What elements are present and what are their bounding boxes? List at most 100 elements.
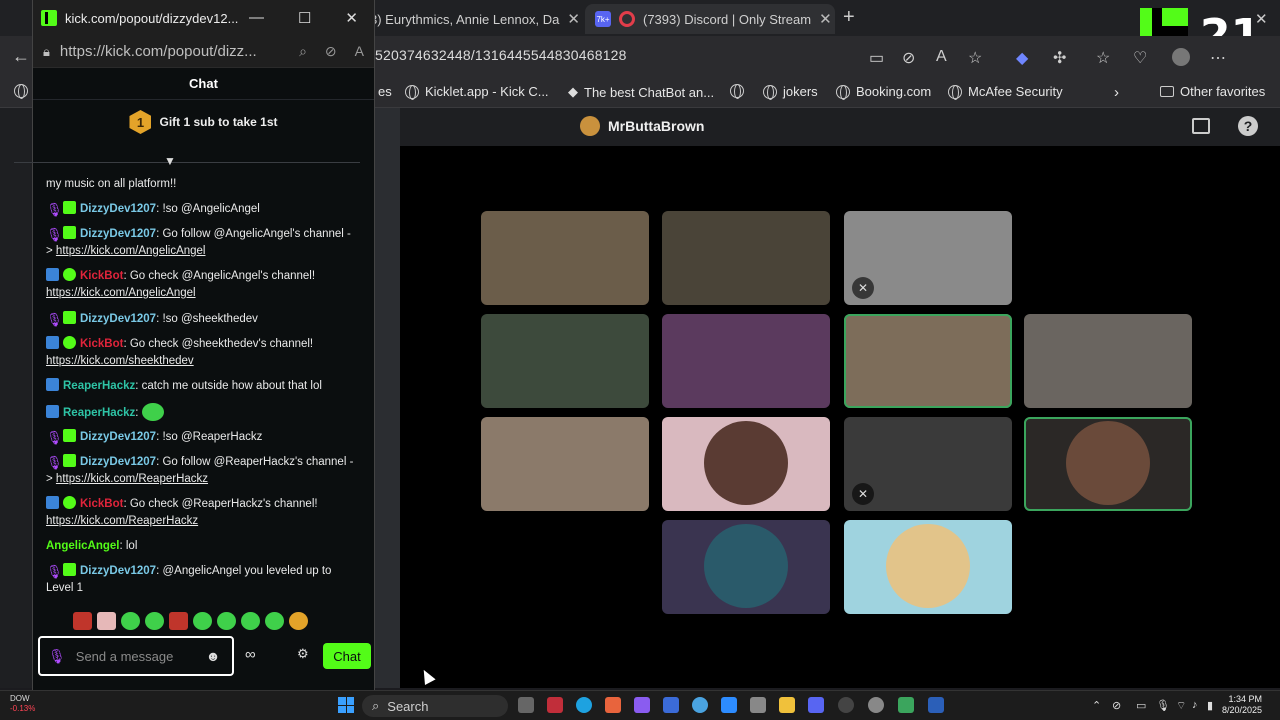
emote[interactable] xyxy=(193,612,212,630)
tab-eurythmics[interactable]: 3) Eurythmics, Annie Lennox, Da ✕ xyxy=(360,4,582,34)
camera-icon[interactable]: ▭ xyxy=(869,48,884,68)
chat-username[interactable]: KickBot xyxy=(80,498,123,510)
chat-message-input[interactable] xyxy=(75,648,196,664)
chat-username[interactable]: DizzyDev1207 xyxy=(80,203,156,215)
read-aloud-icon[interactable]: A xyxy=(355,43,364,60)
store-app-icon[interactable] xyxy=(750,697,766,713)
favorites-icon[interactable]: ☆ xyxy=(1096,48,1110,68)
screen-share-icon[interactable] xyxy=(1192,118,1210,134)
emote[interactable] xyxy=(73,612,92,630)
favorite-item[interactable]: Kicklet.app - Kick C... xyxy=(405,84,549,100)
participant-video-tile[interactable] xyxy=(844,314,1012,408)
url-fragment[interactable]: 520374632448/1316445544830468128 xyxy=(375,47,627,63)
participant-video-tile[interactable]: ✕ xyxy=(844,417,1012,511)
chat-username[interactable]: ReaperHackz xyxy=(63,380,135,392)
extension-diamond-icon[interactable]: ◆ xyxy=(1016,48,1028,68)
kickbot-icon[interactable]: ∞ xyxy=(245,646,256,663)
volume-icon[interactable]: ♪ xyxy=(1192,699,1198,711)
participant-video-tile[interactable] xyxy=(844,520,1012,614)
participant-video-tile[interactable] xyxy=(481,211,649,305)
chat-username[interactable]: AngelicAngel xyxy=(46,540,119,552)
file-explorer-icon[interactable] xyxy=(779,697,795,713)
zoom-app-icon[interactable] xyxy=(721,697,737,713)
mcafee-app-icon[interactable] xyxy=(547,697,563,713)
participant-video-tile[interactable] xyxy=(662,520,830,614)
system-clock[interactable]: 1:34 PM 8/20/2025 xyxy=(1222,694,1262,716)
emote[interactable] xyxy=(169,612,188,630)
zoom-icon[interactable]: ⌕ xyxy=(299,43,307,60)
participant-video-tile[interactable]: ✕ xyxy=(844,211,1012,305)
browser-essentials-icon[interactable]: ♡ xyxy=(1133,48,1147,68)
favorites-overflow-icon[interactable]: › xyxy=(1114,84,1119,101)
stock-ticker[interactable]: DOW -0.13% xyxy=(10,694,35,714)
emoji-picker-icon[interactable]: ☻ xyxy=(206,648,221,664)
settings-gear-icon[interactable]: ⚙ xyxy=(297,646,309,662)
close-tab-icon[interactable]: ✕ xyxy=(567,10,580,28)
participant-video-tile[interactable] xyxy=(1024,211,1192,305)
tracking-prevention-icon[interactable]: ⊘ xyxy=(325,43,337,60)
chat-link[interactable]: https://kick.com/sheekthedev xyxy=(46,355,194,367)
emote[interactable] xyxy=(241,612,260,630)
app-icon[interactable] xyxy=(898,697,914,713)
tray-icon[interactable]: ⊘ xyxy=(1112,699,1121,712)
app-icon[interactable] xyxy=(928,697,944,713)
close-icon[interactable]: ✕ xyxy=(345,9,358,27)
taskbar-search[interactable]: ⌕ Search xyxy=(362,695,508,717)
close-tab-icon[interactable]: ✕ xyxy=(819,10,832,28)
pause-chat-icon[interactable]: ▼ xyxy=(164,154,176,168)
favorite-item[interactable]: ◆ The best ChatBot an... xyxy=(568,84,714,100)
emote[interactable] xyxy=(145,612,164,630)
participant-video-tile[interactable] xyxy=(1024,417,1192,511)
emote[interactable] xyxy=(121,612,140,630)
media-app-icon[interactable] xyxy=(838,697,854,713)
teams-app-icon[interactable] xyxy=(808,697,824,713)
chat-link[interactable]: https://kick.com/ReaperHackz xyxy=(56,473,208,485)
tracking-prevention-icon[interactable]: ⊘ xyxy=(902,48,915,68)
tab-discord[interactable]: 7k+ (7393) Discord | Only Stream ✕ xyxy=(585,4,835,34)
other-favorites[interactable]: Other favorites xyxy=(1160,84,1265,99)
maximize-icon[interactable]: ☐ xyxy=(298,9,311,27)
tray-overflow-icon[interactable]: ⌃ xyxy=(1092,699,1101,712)
more-menu-icon[interactable]: ⋯ xyxy=(1210,48,1226,68)
chat-username[interactable]: DizzyDev1207 xyxy=(80,456,156,468)
participant-video-tile[interactable] xyxy=(662,417,830,511)
favorite-item[interactable]: jokers xyxy=(763,84,818,100)
battery-icon[interactable]: ▮ xyxy=(1207,699,1213,712)
task-view-icon[interactable] xyxy=(518,697,534,713)
favorite-star-icon[interactable]: ☆ xyxy=(968,48,982,68)
participant-video-tile[interactable] xyxy=(481,314,649,408)
tray-icon[interactable]: ▭ xyxy=(1136,699,1146,712)
favorite-item[interactable] xyxy=(730,84,744,99)
read-aloud-icon[interactable]: A xyxy=(936,48,947,66)
chat-link[interactable]: https://kick.com/AngelicAngel xyxy=(56,245,206,257)
chat-link[interactable]: https://kick.com/AngelicAngel xyxy=(46,287,196,299)
favorite-item[interactable]: Booking.com xyxy=(836,84,931,100)
back-arrow-icon[interactable]: ← xyxy=(12,46,30,67)
extensions-puzzle-icon[interactable]: ✣ xyxy=(1053,48,1066,68)
app-icon[interactable] xyxy=(663,697,679,713)
copilot-app-icon[interactable] xyxy=(605,697,621,713)
send-chat-button[interactable]: Chat xyxy=(323,643,371,669)
participant-video-tile[interactable] xyxy=(662,314,830,408)
emote[interactable] xyxy=(217,612,236,630)
chat-username[interactable]: DizzyDev1207 xyxy=(80,228,156,240)
chrome-app-icon[interactable] xyxy=(692,697,708,713)
participant-video-tile[interactable] xyxy=(662,211,830,305)
minimize-icon[interactable]: — xyxy=(249,9,264,27)
help-icon[interactable]: ? xyxy=(1238,116,1258,136)
favorite-item[interactable]: es xyxy=(378,84,392,99)
profile-avatar[interactable] xyxy=(1172,48,1190,66)
favorites-globe-icon[interactable] xyxy=(14,84,28,99)
chat-username[interactable]: KickBot xyxy=(80,338,123,350)
settings-app-icon[interactable] xyxy=(868,697,884,713)
chat-username[interactable]: DizzyDev1207 xyxy=(80,565,156,577)
popout-url[interactable]: https://kick.com/popout/dizz... xyxy=(60,43,257,60)
participant-video-tile[interactable] xyxy=(481,417,649,511)
favorite-item[interactable]: McAfee Security xyxy=(948,84,1063,100)
emote[interactable] xyxy=(97,612,116,630)
chat-username[interactable]: ReaperHackz xyxy=(63,407,135,419)
wifi-icon[interactable]: ⌔ xyxy=(1176,699,1186,713)
emote[interactable] xyxy=(265,612,284,630)
gift-leaderboard[interactable]: 1 Gift 1 sub to take 1st xyxy=(33,100,374,144)
chat-link[interactable]: https://kick.com/ReaperHackz xyxy=(46,515,198,527)
